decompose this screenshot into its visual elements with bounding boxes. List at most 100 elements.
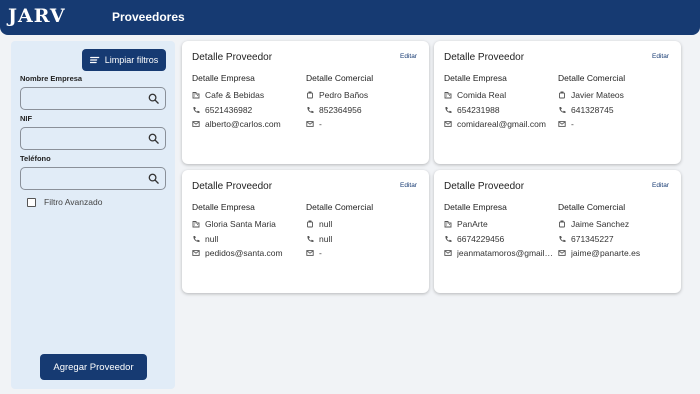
contact-email-row: - — [558, 117, 668, 132]
phone-icon — [445, 106, 452, 113]
person-icon — [307, 91, 313, 99]
contact-name: null — [319, 219, 333, 230]
company-phone-row: 6674229456 — [444, 232, 554, 247]
contact-phone-row: 852364956 — [306, 103, 416, 118]
filter-sidebar: Limpiar filtros Nombre Empresa NIF Teléf… — [11, 41, 175, 389]
company-email-row: pedidos@santa.com — [192, 246, 302, 261]
company-name-row: PanArte — [444, 217, 554, 232]
phone-icon — [559, 106, 566, 113]
company-name: PanArte — [457, 219, 488, 230]
company-email: pedidos@santa.com — [205, 248, 283, 259]
phone-icon — [307, 235, 314, 242]
sales-contact-details: Detalle Comercial Pedro Baños 852364956 … — [306, 73, 416, 132]
edit-link[interactable]: Editar — [400, 182, 417, 189]
supplier-card: Detalle Proveedor Editar Detalle Empresa… — [182, 170, 429, 293]
company-email: alberto@carlos.com — [205, 119, 281, 130]
company-phone: null — [205, 233, 219, 244]
nif-input[interactable] — [21, 128, 141, 149]
search-icon[interactable] — [148, 93, 159, 104]
page-title: Proveedores — [112, 10, 185, 24]
search-icon[interactable] — [148, 173, 159, 184]
nif-label: NIF — [20, 114, 33, 123]
contact-name: Jaime Sanchez — [571, 219, 630, 230]
edit-link[interactable]: Editar — [400, 53, 417, 60]
contact-name-row: Jaime Sanchez — [558, 217, 668, 232]
company-phone-row: 654231988 — [444, 103, 554, 118]
app-header: JARV Proveedores — [0, 0, 700, 35]
contact-name-row: Pedro Baños — [306, 88, 416, 103]
contact-email-row: - — [306, 117, 416, 132]
company-section-title: Detalle Empresa — [444, 202, 507, 212]
contact-email-row: jaime@panarte.es — [558, 246, 668, 261]
company-section-title: Detalle Empresa — [192, 202, 255, 212]
sales-section-title: Detalle Comercial — [558, 202, 626, 212]
sales-section-title: Detalle Comercial — [558, 73, 626, 83]
advanced-filter-toggle[interactable]: Filtro Avanzado — [27, 197, 102, 207]
filter-lines-icon — [89, 56, 100, 64]
company-phone: 6521436982 — [205, 104, 253, 115]
phone-field — [20, 167, 166, 190]
person-icon — [559, 220, 565, 228]
company-phone: 654231988 — [457, 104, 500, 115]
sales-contact-details: Detalle Comercial Javier Mateos 64132874… — [558, 73, 668, 132]
mail-icon — [306, 121, 314, 128]
mail-icon — [306, 250, 314, 257]
company-email: comidareal@gmail.com — [457, 119, 546, 130]
advanced-filter-label: Filtro Avanzado — [44, 197, 103, 207]
contact-name-row: Javier Mateos — [558, 88, 668, 103]
supplier-card: Detalle Proveedor Editar Detalle Empresa… — [434, 41, 681, 164]
phone-icon — [445, 235, 452, 242]
contact-name-row: null — [306, 217, 416, 232]
supplier-card: Detalle Proveedor Editar Detalle Empresa… — [434, 170, 681, 293]
app-logo[interactable]: JARV — [8, 5, 66, 27]
company-details: Detalle Empresa Gloria Santa Maria null … — [192, 202, 302, 261]
company-name-input[interactable] — [21, 88, 141, 109]
phone-icon — [193, 106, 200, 113]
clear-filters-button[interactable]: Limpiar filtros — [82, 49, 166, 71]
contact-phone: null — [319, 233, 333, 244]
company-name: Gloria Santa Maria — [205, 219, 276, 230]
company-name: Cafe & Bebidas — [205, 90, 265, 101]
contact-email: - — [571, 119, 574, 130]
nif-field — [20, 127, 166, 150]
company-name-row: Gloria Santa Maria — [192, 217, 302, 232]
card-title: Detalle Proveedor — [192, 52, 273, 63]
company-name: Comida Real — [457, 90, 507, 101]
contact-phone-row: 641328745 — [558, 103, 668, 118]
card-title: Detalle Proveedor — [444, 181, 525, 192]
clear-filters-label: Limpiar filtros — [104, 55, 159, 65]
company-name-label: Nombre Empresa — [20, 74, 83, 83]
company-name-field — [20, 87, 166, 110]
contact-name: Pedro Baños — [319, 90, 369, 101]
edit-link[interactable]: Editar — [652, 182, 669, 189]
company-email-row: alberto@carlos.com — [192, 117, 302, 132]
mail-icon — [558, 121, 566, 128]
contact-email: - — [319, 248, 322, 259]
edit-link[interactable]: Editar — [652, 53, 669, 60]
company-phone: 6674229456 — [457, 233, 505, 244]
building-icon — [192, 92, 200, 99]
search-icon[interactable] — [148, 133, 159, 144]
company-email: jeanmatamoros@gmail.com — [457, 248, 554, 259]
mail-icon — [444, 121, 452, 128]
company-section-title: Detalle Empresa — [444, 73, 507, 83]
phone-input[interactable] — [21, 168, 141, 189]
mail-icon — [192, 121, 200, 128]
contact-email: - — [319, 119, 322, 130]
card-title: Detalle Proveedor — [192, 181, 273, 192]
company-details: Detalle Empresa PanArte 6674229456 jeanm… — [444, 202, 554, 261]
company-details: Detalle Empresa Cafe & Bebidas 652143698… — [192, 73, 302, 132]
company-section-title: Detalle Empresa — [192, 73, 255, 83]
person-icon — [307, 220, 313, 228]
add-supplier-button[interactable]: Agregar Proveedor — [40, 354, 147, 380]
sales-contact-details: Detalle Comercial Jaime Sanchez 67134522… — [558, 202, 668, 261]
company-email-row: comidareal@gmail.com — [444, 117, 554, 132]
advanced-filter-checkbox[interactable] — [27, 197, 36, 207]
building-icon — [444, 92, 452, 99]
person-icon — [559, 91, 565, 99]
company-email-row: jeanmatamoros@gmail.com — [444, 246, 554, 261]
contact-email-row: - — [306, 246, 416, 261]
supplier-card: Detalle Proveedor Editar Detalle Empresa… — [182, 41, 429, 164]
mail-icon — [444, 250, 452, 257]
phone-icon — [559, 235, 566, 242]
